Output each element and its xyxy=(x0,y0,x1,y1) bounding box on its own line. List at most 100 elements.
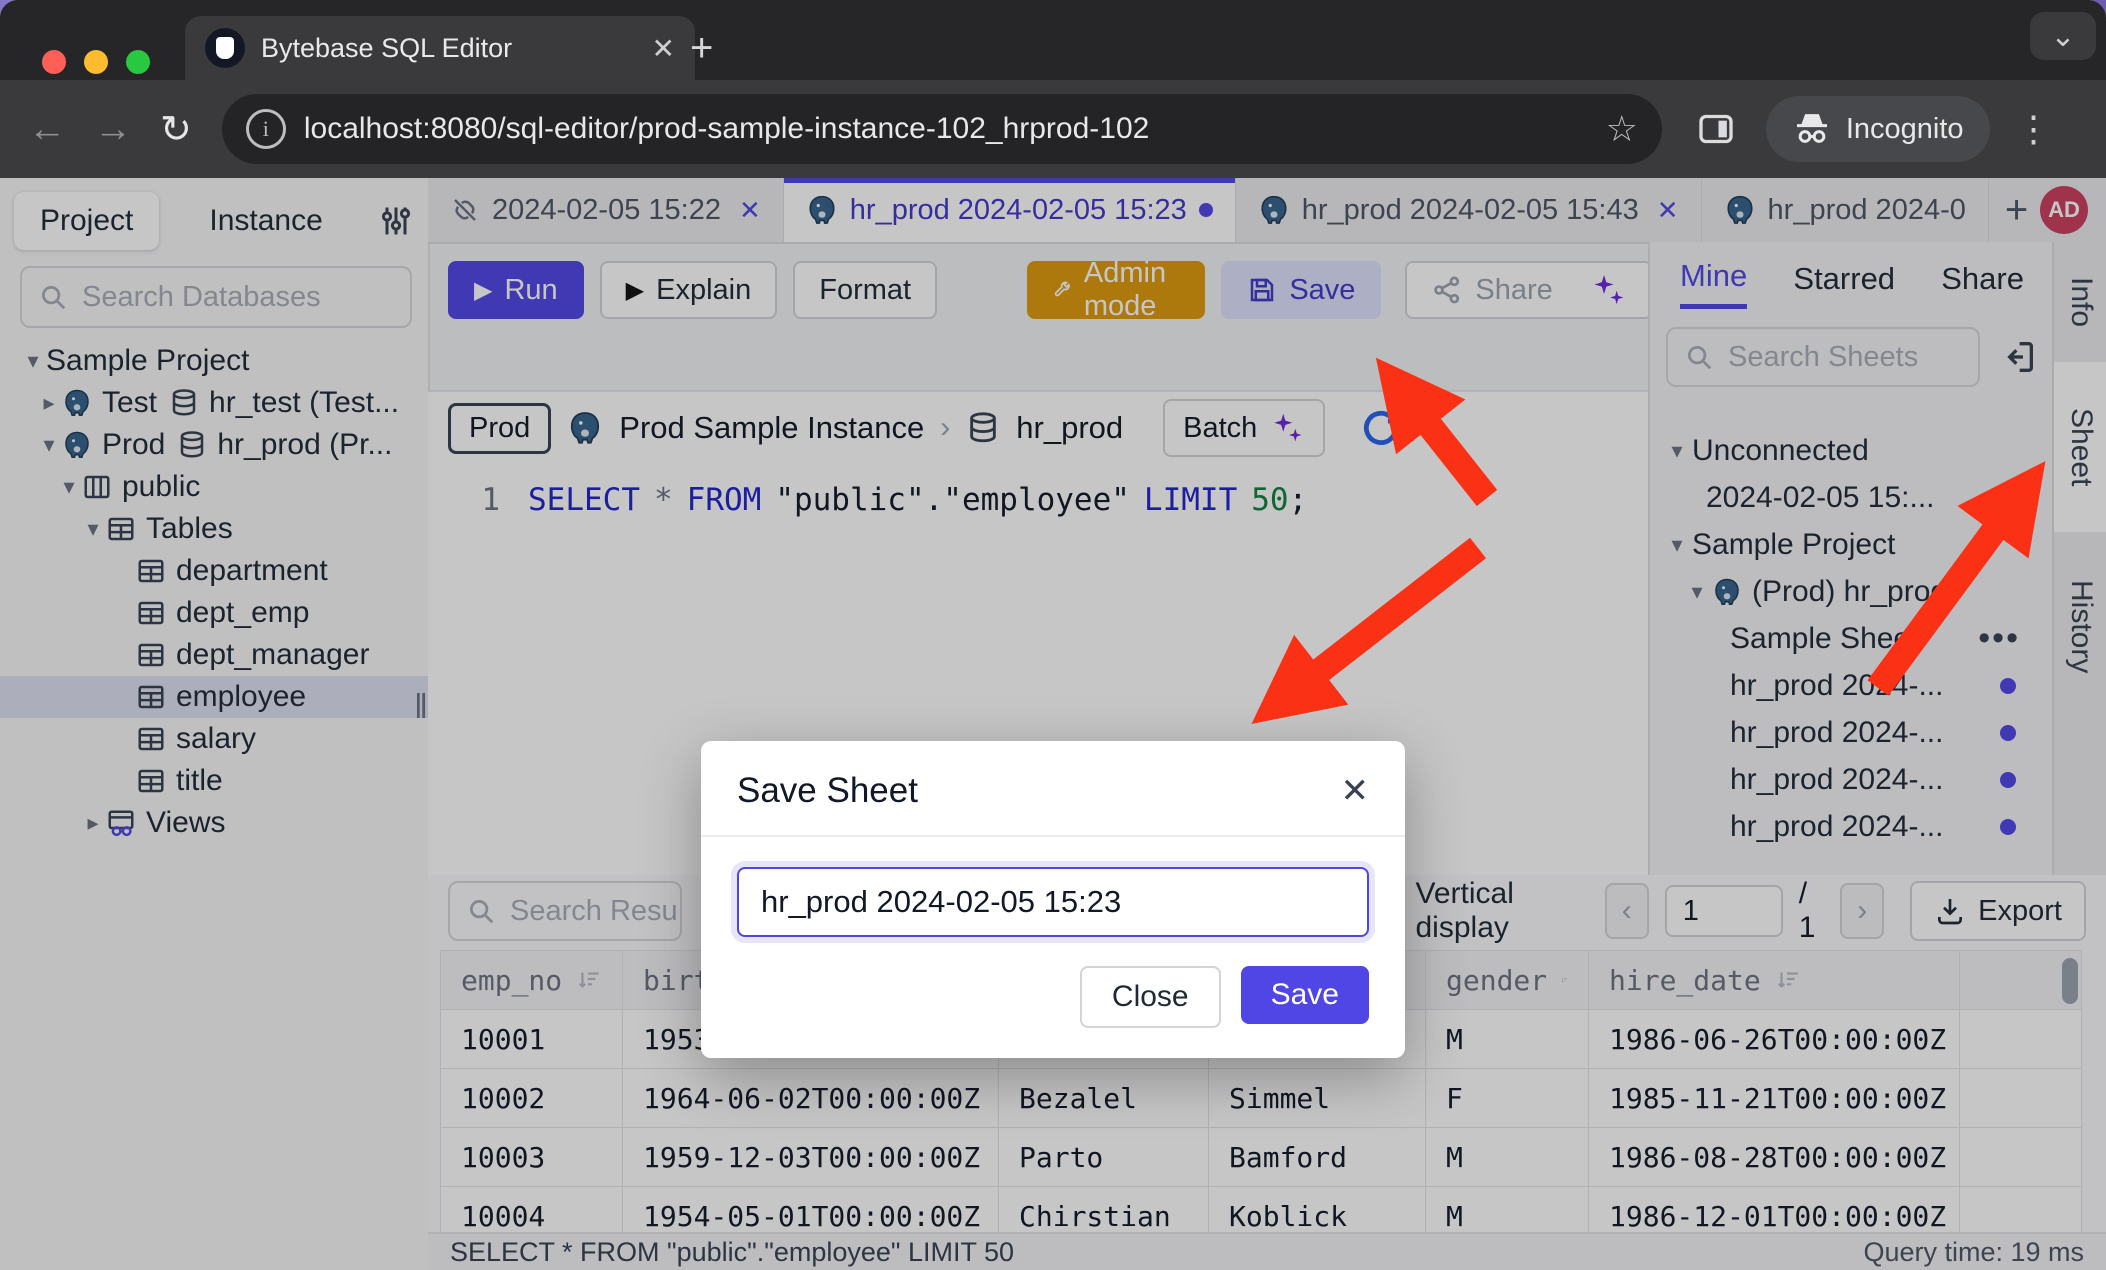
share-button[interactable]: Share xyxy=(1405,261,1652,319)
page-number-input[interactable] xyxy=(1665,885,1783,937)
window-minimize-button[interactable] xyxy=(84,50,108,74)
sheet-group-unconnected[interactable]: ▾ Unconnected xyxy=(1650,427,2054,474)
sheet-name-input[interactable] xyxy=(737,867,1369,937)
tab-search-chevron-button[interactable]: ⌄ xyxy=(2030,12,2096,60)
sql-line-1[interactable]: 1 SELECT * FROM "public"."employee" LIMI… xyxy=(428,482,1648,518)
admin-mode-button[interactable]: Admin mode xyxy=(1027,261,1205,319)
sheet-tab-share[interactable]: Share xyxy=(1941,261,2024,307)
sheet-item[interactable]: hr_prod 2024-... xyxy=(1650,756,2054,803)
sheet-tab-mine[interactable]: Mine xyxy=(1680,258,1747,309)
back-icon[interactable]: ← xyxy=(28,108,66,151)
address-bar[interactable]: i localhost:8080/sql-editor/prod-sample-… xyxy=(222,94,1662,164)
tree-item-table-salary[interactable]: salary xyxy=(0,718,428,760)
tree-item-table-title[interactable]: title xyxy=(0,760,428,802)
tree-item-project[interactable]: ▾ Sample Project xyxy=(0,340,428,382)
sheet-item[interactable]: hr_prod 2024-... xyxy=(1650,709,2054,756)
instance-name[interactable]: Prod Sample Instance xyxy=(619,410,924,446)
window-close-button[interactable] xyxy=(42,50,66,74)
sidebar-tab-project[interactable]: Project xyxy=(14,192,159,250)
new-query-tab-button[interactable]: + xyxy=(1989,178,2044,242)
sheet-item[interactable]: hr_prod 2024-... xyxy=(1650,662,2054,709)
open-sheet-panel-icon[interactable] xyxy=(1998,337,2038,377)
database-name[interactable]: hr_prod xyxy=(1016,410,1123,446)
sort-icon[interactable] xyxy=(1561,967,1568,993)
tree-item-test-db[interactable]: ▸ Test hr_test (Test... xyxy=(0,382,428,424)
browser-chrome: Bytebase SQL Editor ✕ + ⌄ ← → ↻ i localh… xyxy=(0,0,2106,178)
tree-item-table-dept-emp[interactable]: dept_emp xyxy=(0,592,428,634)
dialog-close-button[interactable]: Close xyxy=(1080,966,1221,1028)
tree-item-table-employee[interactable]: employee xyxy=(0,676,428,718)
unsaved-dot xyxy=(1199,203,1213,217)
sync-icon[interactable] xyxy=(1359,406,1403,450)
postgres-icon xyxy=(62,430,92,460)
side-panel-icon[interactable] xyxy=(1696,109,1736,149)
tree-item-table-dept-manager[interactable]: dept_manager xyxy=(0,634,428,676)
tree-item-table-department[interactable]: department xyxy=(0,550,428,592)
prev-page-button[interactable]: ‹ xyxy=(1605,883,1649,939)
play-icon: ▶ xyxy=(474,276,492,305)
new-browser-tab-button[interactable]: + xyxy=(690,30,713,66)
sheet-item-menu-icon[interactable]: ••• xyxy=(1978,619,2020,658)
query-tab-2-active[interactable]: hr_prod 2024-02-05 15:23 xyxy=(784,178,1236,242)
table-row[interactable]: 10003 1959-12-03T00:00:00Z Parto Bamford… xyxy=(441,1128,2081,1187)
bookmark-star-icon[interactable]: ☆ xyxy=(1606,108,1638,150)
database-search-input[interactable] xyxy=(80,280,410,315)
results-search-input[interactable] xyxy=(508,894,680,929)
database-sidebar: Project Instance ▾ Sample Project ▸ Test xyxy=(0,178,430,1270)
dock-tab-sheet[interactable]: Sheet xyxy=(2054,362,2106,532)
sidebar-filter-icon[interactable] xyxy=(378,203,414,239)
tree-item-prod-db[interactable]: ▾ Prod hr_prod (Pr... xyxy=(0,424,428,466)
dock-tab-history[interactable]: History xyxy=(2054,532,2106,722)
sort-icon[interactable] xyxy=(1775,967,1801,993)
forward-icon[interactable]: → xyxy=(94,108,132,151)
site-info-icon[interactable]: i xyxy=(246,109,286,149)
sheet-group-prod-hr-prod[interactable]: ▾ (Prod) hr_prod xyxy=(1650,568,2054,615)
sheet-group-sample-project[interactable]: ▾ Sample Project xyxy=(1650,521,2054,568)
sheet-search-input[interactable] xyxy=(1726,340,1978,375)
connection-breadcrumb: Prod Prod Sample Instance › hr_prod Batc… xyxy=(428,392,1648,464)
tree-item-schema-public[interactable]: ▾ public xyxy=(0,466,428,508)
close-tab-icon[interactable]: ✕ xyxy=(1657,195,1679,226)
window-zoom-button[interactable] xyxy=(126,50,150,74)
tree-item-tables-group[interactable]: ▾ Tables xyxy=(0,508,428,550)
run-button[interactable]: ▶ Run xyxy=(448,261,584,319)
query-tab-3[interactable]: hr_prod 2024-02-05 15:43 ✕ xyxy=(1236,178,1702,242)
sheet-item[interactable]: hr_prod 2024-... xyxy=(1650,803,2054,850)
table-row[interactable]: 10002 1964-06-02T00:00:00Z Bezalel Simme… xyxy=(441,1069,2081,1128)
browser-tab[interactable]: Bytebase SQL Editor ✕ xyxy=(185,16,695,80)
explain-button[interactable]: ▶ Explain xyxy=(600,261,778,319)
sidebar-tab-instance[interactable]: Instance xyxy=(183,192,348,250)
sidebar-resize-handle[interactable]: ‖ xyxy=(414,688,426,727)
table-scrollbar[interactable] xyxy=(2062,958,2078,1004)
sparkles-icon[interactable] xyxy=(1589,271,1627,309)
format-button[interactable]: Format xyxy=(793,261,937,319)
query-tab-4[interactable]: hr_prod 2024-0 xyxy=(1702,178,1989,242)
dialog-save-button[interactable]: Save xyxy=(1241,966,1369,1024)
postgres-icon xyxy=(1724,194,1756,226)
browser-tab-close-icon[interactable]: ✕ xyxy=(652,32,675,65)
sort-icon[interactable] xyxy=(576,967,602,993)
page-total: / 1 xyxy=(1799,877,1825,945)
sheet-tab-starred[interactable]: Starred xyxy=(1793,261,1895,307)
sheet-item[interactable]: 2024-02-05 15:... xyxy=(1650,474,2054,521)
sheet-item-sample-sheet[interactable]: Sample Sheet ••• xyxy=(1650,615,2054,662)
line-number: 1 xyxy=(428,482,500,518)
save-button[interactable]: Save xyxy=(1221,261,1381,319)
next-page-button[interactable]: › xyxy=(1840,883,1884,939)
query-tab-bar: 2024-02-05 15:22 ✕ hr_prod 2024-02-05 15… xyxy=(428,178,2106,244)
batch-button[interactable]: Batch xyxy=(1163,399,1325,457)
close-tab-icon[interactable]: ✕ xyxy=(739,195,761,226)
user-avatar[interactable]: AD xyxy=(2040,186,2088,234)
dock-tab-info[interactable]: Info xyxy=(2054,242,2106,362)
tree-item-views-group[interactable]: ▸ Views xyxy=(0,802,428,844)
query-tab-1[interactable]: 2024-02-05 15:22 ✕ xyxy=(428,178,784,242)
browser-menu-icon[interactable]: ⋮ xyxy=(2016,108,2052,150)
dialog-close-icon[interactable]: ✕ xyxy=(1341,771,1370,811)
share-icon xyxy=(1431,274,1463,306)
results-search[interactable] xyxy=(448,881,682,941)
reload-icon[interactable]: ↻ xyxy=(160,107,192,152)
export-button[interactable]: Export xyxy=(1910,881,2086,941)
database-search[interactable] xyxy=(20,266,412,328)
table-row[interactable]: 10004 1954-05-01T00:00:00Z Chirstian Kob… xyxy=(441,1187,2081,1232)
sheet-search[interactable] xyxy=(1666,327,1980,387)
